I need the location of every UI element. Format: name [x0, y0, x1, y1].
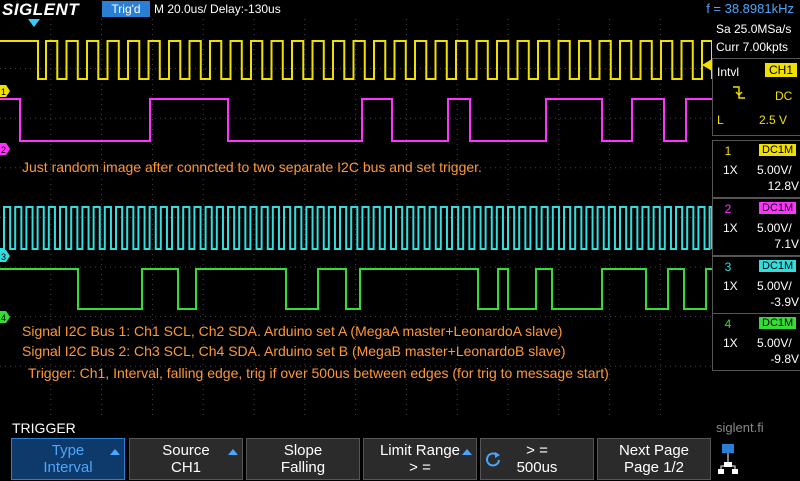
ch2-probe: 1X	[723, 221, 738, 235]
ch2-number: 2	[724, 202, 732, 216]
ch4-settings-box[interactable]: 4 DC1M 1X 5.00V/ -9.8V	[712, 313, 800, 371]
website-label: siglent.fi	[716, 420, 764, 435]
ch3-offset: -3.9V	[770, 295, 799, 309]
ch1-trace	[0, 40, 712, 80]
trigger-info-panel[interactable]: Intvl CH1 DC L 2.5 V	[712, 58, 800, 136]
ch1-probe: 1X	[723, 163, 738, 177]
trigger-source-badge: CH1	[765, 63, 798, 77]
softkey-source-label: Source	[162, 442, 210, 459]
svg-text:4: 4	[1, 313, 6, 323]
ch4-probe: 1X	[723, 336, 738, 350]
softkey-slope-value: Falling	[280, 459, 326, 476]
falling-edge-icon	[733, 86, 745, 99]
trigger-coupling: DC	[775, 89, 793, 103]
network-icon	[716, 442, 742, 476]
softkey-type-value: Interval	[43, 459, 93, 476]
softkey-source[interactable]: Source CH1	[129, 438, 243, 480]
ch1-settings-box[interactable]: 1 DC1M 1X 5.00V/ 12.8V	[712, 140, 800, 198]
ch4-scale: 5.00V/	[757, 336, 792, 350]
ch2-coupling: DC1M	[759, 202, 797, 214]
softkey-next-page-value: Page 1/2	[623, 459, 685, 476]
sample-rate-readout: Sa 25.0MSa/s	[716, 22, 792, 36]
trigger-level-label: L	[717, 113, 724, 127]
ch1-scale: 5.00V/	[757, 163, 792, 177]
svg-text:2: 2	[1, 145, 6, 155]
ch1-offset: 12.8V	[767, 179, 799, 193]
ch3-coupling: DC1M	[759, 260, 797, 272]
caret-up-icon	[228, 449, 238, 455]
trigger-mode: Intvl	[717, 65, 740, 79]
ch3-settings-box[interactable]: 3 DC1M 1X 5.00V/ -3.9V	[712, 256, 800, 314]
softkey-limit-range-label: Limit Range	[379, 442, 461, 459]
softkey-type-label: Type	[51, 442, 85, 459]
softkey-time-limit[interactable]: > = 500us	[480, 438, 594, 480]
ch2-ground-marker[interactable]: 2	[0, 143, 10, 155]
timebase-readout: M 20.0us/ Delay:-130us	[154, 2, 281, 16]
ch3-number: 3	[724, 260, 732, 274]
softkey-slope-label: Slope	[283, 442, 323, 459]
ch4-coupling: DC1M	[759, 317, 797, 329]
ch2-offset: 7.1V	[774, 237, 799, 251]
softkey-limit-range[interactable]: Limit Range > =	[363, 438, 477, 480]
trigger-level-marker[interactable]	[702, 59, 712, 71]
softkey-next-page-label: Next Page	[618, 442, 690, 459]
rotate-knob-icon	[486, 452, 500, 467]
ch2-scale: 5.00V/	[757, 221, 792, 235]
trigger-status-badge: Trig'd	[102, 1, 150, 17]
svg-text:3: 3	[1, 252, 6, 262]
ch3-probe: 1X	[723, 279, 738, 293]
annotation-note-3: Signal I2C Bus 2: Ch3 SCL, Ch4 SDA. Ardu…	[22, 343, 566, 359]
memory-depth-readout: Curr 7.00kpts	[716, 40, 789, 54]
brand-logo: SIGLENT	[2, 0, 80, 19]
softkey-limit-range-value: > =	[409, 459, 431, 476]
softkey-source-value: CH1	[170, 459, 201, 476]
ch1-ground-marker[interactable]: 1	[0, 85, 10, 97]
ch4-number: 4	[724, 317, 732, 331]
trigger-level-value: 2.5 V	[759, 113, 788, 127]
softkey-type[interactable]: Type Interval	[11, 438, 125, 480]
ch3-ground-marker[interactable]: 3	[0, 250, 10, 262]
ch1-number: 1	[724, 144, 732, 158]
ch2-settings-box[interactable]: 2 DC1M 1X 5.00V/ 7.1V	[712, 198, 800, 256]
svg-text:1: 1	[1, 87, 6, 97]
annotation-note-2: Signal I2C Bus 1: Ch1 SCL, Ch2 SDA. Ardu…	[22, 323, 563, 339]
ch4-ground-marker[interactable]: 4	[0, 311, 10, 323]
frequency-readout: f = 38.8981kHz	[706, 1, 794, 16]
annotation-note-4: Trigger: Ch1, Interval, falling edge, tr…	[28, 365, 609, 381]
ch1-coupling: DC1M	[759, 144, 797, 156]
ch4-offset: -9.8V	[770, 352, 799, 366]
ch3-scale: 5.00V/	[757, 279, 792, 293]
caret-up-icon	[462, 449, 472, 455]
trigger-position-marker[interactable]	[28, 19, 40, 27]
menu-title: TRIGGER	[12, 420, 76, 436]
softkey-slope[interactable]: Slope Falling	[246, 438, 360, 480]
softkey-next-page[interactable]: Next Page Page 1/2	[597, 438, 711, 480]
ch3-trace	[0, 206, 712, 250]
caret-up-icon	[110, 449, 120, 455]
annotation-note-1: Just random image after conncted to two …	[22, 159, 482, 175]
